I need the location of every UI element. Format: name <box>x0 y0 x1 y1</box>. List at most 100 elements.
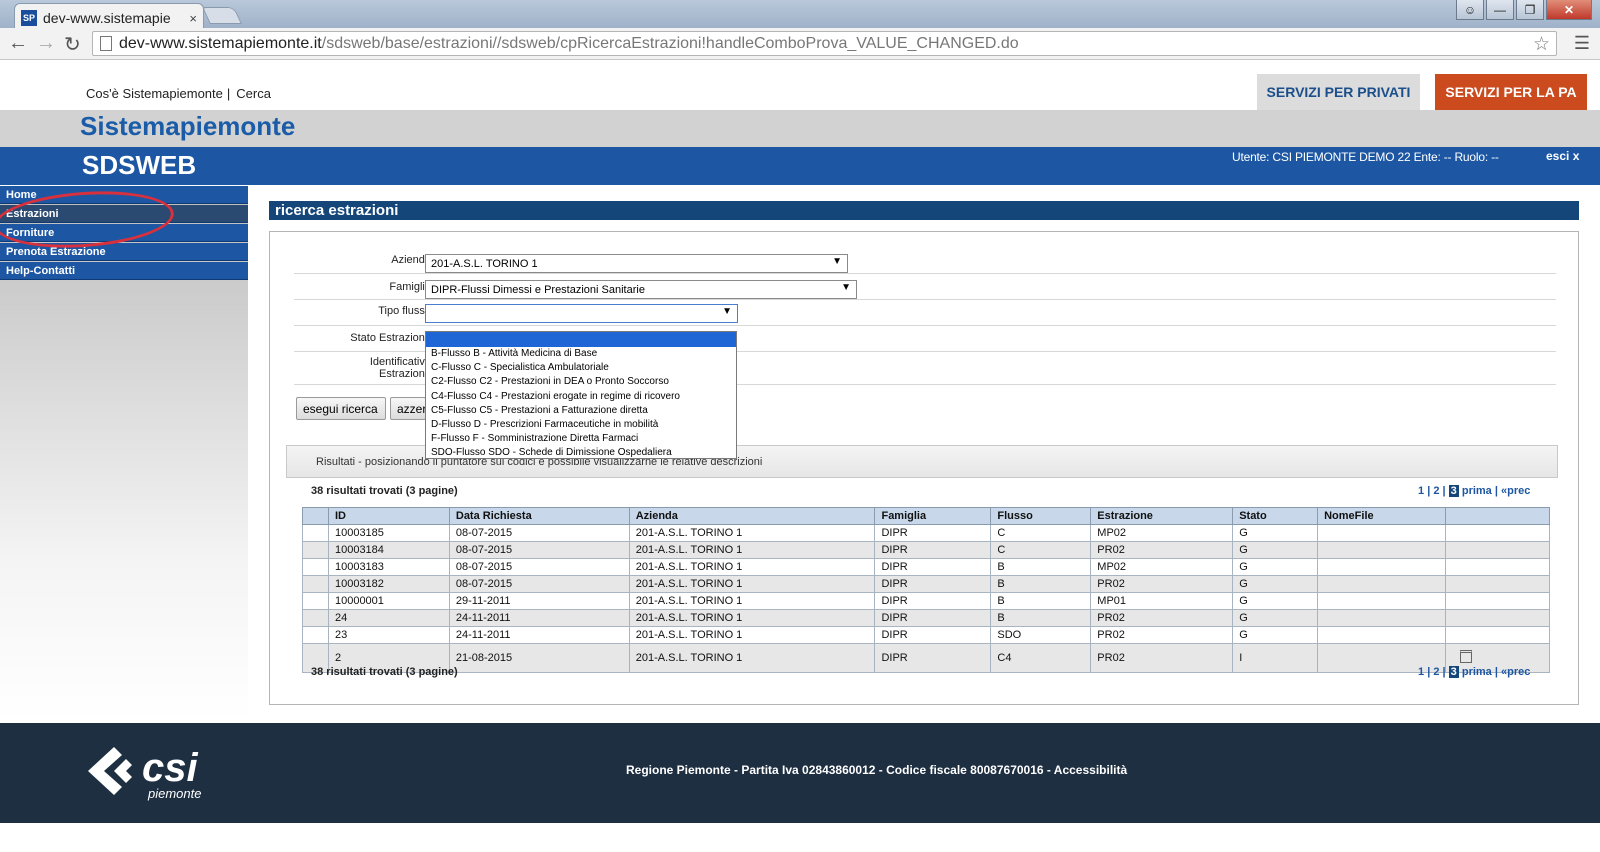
link-cose-sistemapiemonte[interactable]: Cos'è Sistemapiemonte <box>86 86 223 101</box>
pager-separator: | <box>1427 485 1431 497</box>
col-header-azienda[interactable]: Azienda <box>628 507 876 525</box>
minimize-icon[interactable]: — <box>1486 0 1514 20</box>
tipo-flusso-label: Tipo flusso <box>378 305 431 317</box>
row-select-cell[interactable] <box>302 558 329 576</box>
table-row[interactable]: 10003184 08-07-2015 201-A.S.L. TORINO 1 DIP… <box>302 541 1550 559</box>
dropdown-option[interactable]: C5-Flusso C5 - Prestazioni a Fatturazion… <box>426 404 736 418</box>
bookmark-star-icon[interactable]: ☆ <box>1533 33 1550 55</box>
cell-nomefile <box>1317 575 1447 593</box>
dropdown-option[interactable]: B-Flusso B - Attività Medicina di Base <box>426 347 736 361</box>
table-row[interactable]: 24 24-11-2011 201-A.S.L. TORINO 1 DIPR B PR02… <box>302 609 1550 627</box>
pager-page-1[interactable]: 1 <box>1418 485 1424 497</box>
cell-stato: I <box>1232 643 1319 673</box>
cell-stato: G <box>1232 558 1319 576</box>
site-title[interactable]: Sistemapiemonte <box>80 111 295 142</box>
pager-prima[interactable]: prima <box>1462 666 1492 678</box>
url-host: dev-www.sistemapiemonte.it <box>119 35 322 52</box>
sidebar-item-prenota-estrazione[interactable]: Prenota Estrazione <box>0 243 248 261</box>
browser-tab[interactable]: SP dev-www.sistemapie × <box>14 3 204 28</box>
close-window-icon[interactable]: ✕ <box>1546 0 1592 20</box>
reload-icon[interactable]: ↻ <box>64 32 81 57</box>
page-title: ricerca estrazioni <box>269 201 1579 220</box>
reset-button[interactable]: azzera <box>390 397 426 420</box>
dropdown-option[interactable]: SDO-Flusso SDO - Schede di Dimissione Os… <box>426 446 736 460</box>
pager-page-2[interactable]: 2 <box>1433 485 1439 497</box>
cell-data-richiesta: 08-07-2015 <box>448 541 630 559</box>
pager-prec[interactable]: «prec <box>1501 485 1530 497</box>
trash-icon[interactable] <box>1460 650 1473 663</box>
col-header-nomefile[interactable]: NomeFile <box>1317 507 1447 525</box>
famiglia-select[interactable]: DIPR-Flussi Dimessi e Prestazioni Sanita… <box>425 280 857 299</box>
dropdown-option[interactable]: C4-Flusso C4 - Prestazioni erogate in re… <box>426 390 736 404</box>
results-count-top: 38 risultati trovati (3 pagine) <box>311 485 458 497</box>
servizi-pa-button[interactable]: SERVIZI PER LA PA <box>1435 74 1587 110</box>
row-action-cell <box>1445 592 1550 610</box>
pager-page-2[interactable]: 2 <box>1433 666 1439 678</box>
cell-azienda: 201-A.S.L. TORINO 1 <box>628 643 876 673</box>
user-icon[interactable]: ☺ <box>1456 0 1484 20</box>
cell-id: 10003182 <box>327 575 450 593</box>
col-header-stato[interactable]: Stato <box>1232 507 1319 525</box>
dropdown-option-empty-selected[interactable] <box>426 332 736 347</box>
forward-icon[interactable]: → <box>36 32 56 55</box>
azienda-select-value: 201-A.S.L. TORINO 1 <box>431 258 538 270</box>
row-action-cell <box>1445 524 1550 542</box>
row-select-cell[interactable] <box>302 575 329 593</box>
table-row[interactable]: 2 21-08-2015 201-A.S.L. TORINO 1 DIPR C4 PR02… <box>302 643 1550 673</box>
sidebar-item-help-contatti[interactable]: Help-Contatti <box>0 262 248 280</box>
browser-menu-icon[interactable]: ☰ <box>1574 33 1590 54</box>
tipo-flusso-select[interactable]: ▼ <box>425 304 738 323</box>
cell-azienda: 201-A.S.L. TORINO 1 <box>628 626 876 644</box>
cell-azienda: 201-A.S.L. TORINO 1 <box>628 541 876 559</box>
pager-separator: | <box>1494 666 1498 678</box>
sidebar-item-home[interactable]: Home <box>0 186 248 204</box>
sidebar-item-estrazioni[interactable]: Estrazioni <box>0 205 248 223</box>
address-bar[interactable]: dev-www.sistemapiemonte.it/sdsweb/base/e… <box>92 31 1557 56</box>
link-cerca[interactable]: Cerca <box>236 86 271 101</box>
row-select-cell[interactable] <box>302 626 329 644</box>
pager-prec[interactable]: «prec <box>1501 666 1530 678</box>
cell-data-richiesta: 29-11-2011 <box>448 592 630 610</box>
cell-id: 24 <box>327 609 450 627</box>
row-select-cell[interactable] <box>302 541 329 559</box>
row-action-cell <box>1445 609 1550 627</box>
col-header-data-richiesta[interactable]: Data Richiesta <box>448 507 630 525</box>
cell-nomefile <box>1317 626 1447 644</box>
azienda-select[interactable]: 201-A.S.L. TORINO 1 ▼ <box>425 254 848 273</box>
pager-prima[interactable]: prima <box>1462 485 1492 497</box>
back-icon[interactable]: ← <box>8 32 28 55</box>
table-row[interactable]: 10000001 29-11-2011 201-A.S.L. TORINO 1 DIP… <box>302 592 1550 610</box>
cell-famiglia: DIPR <box>874 592 992 610</box>
csi-piemonte-logo: csi piemonte <box>88 746 201 801</box>
dropdown-option[interactable]: D-Flusso D - Prescrizioni Farmaceutiche … <box>426 418 736 432</box>
col-header-flusso[interactable]: Flusso <box>990 507 1092 525</box>
row-select-cell[interactable] <box>302 524 329 542</box>
app-title: SDSWEB <box>82 150 197 180</box>
maximize-icon[interactable]: ❐ <box>1516 0 1544 20</box>
new-tab-button[interactable] <box>202 7 242 24</box>
row-select-cell[interactable] <box>302 609 329 627</box>
row-action-cell <box>1445 626 1550 644</box>
col-header-estrazione[interactable]: Estrazione <box>1090 507 1234 525</box>
table-row[interactable]: 10003182 08-07-2015 201-A.S.L. TORINO 1 DIP… <box>302 575 1550 593</box>
row-action-cell <box>1445 575 1550 593</box>
col-header-id[interactable]: ID <box>327 507 450 525</box>
cell-famiglia: DIPR <box>874 609 992 627</box>
logout-link[interactable]: esci x <box>1546 149 1579 163</box>
row-azienda: Azienda 201-A.S.L. TORINO 1 ▼ <box>294 247 1556 274</box>
pager-page-1[interactable]: 1 <box>1418 666 1424 678</box>
row-select-cell[interactable] <box>302 592 329 610</box>
dropdown-option[interactable]: C2-Flusso C2 - Prestazioni in DEA o Pron… <box>426 375 736 389</box>
table-row[interactable]: 23 24-11-2011 201-A.S.L. TORINO 1 DIPR SDO PR… <box>302 626 1550 644</box>
table-row[interactable]: 10003185 08-07-2015 201-A.S.L. TORINO 1 DIP… <box>302 524 1550 542</box>
dropdown-option[interactable]: C-Flusso C - Specialistica Ambulatoriale <box>426 361 736 375</box>
col-header-famiglia[interactable]: Famiglia <box>874 507 992 525</box>
cell-data-richiesta: 08-07-2015 <box>448 558 630 576</box>
tab-close-icon[interactable]: × <box>189 11 197 26</box>
dropdown-option[interactable]: F-Flusso F - Somministrazione Diretta Fa… <box>426 432 736 446</box>
servizi-privati-button[interactable]: SERVIZI PER PRIVATI <box>1257 74 1420 110</box>
search-button[interactable]: esegui ricerca <box>296 397 386 420</box>
chevron-down-icon: ▼ <box>841 282 851 293</box>
sidebar-item-forniture[interactable]: Forniture <box>0 224 248 242</box>
table-row[interactable]: 10003183 08-07-2015 201-A.S.L. TORINO 1 DIP… <box>302 558 1550 576</box>
